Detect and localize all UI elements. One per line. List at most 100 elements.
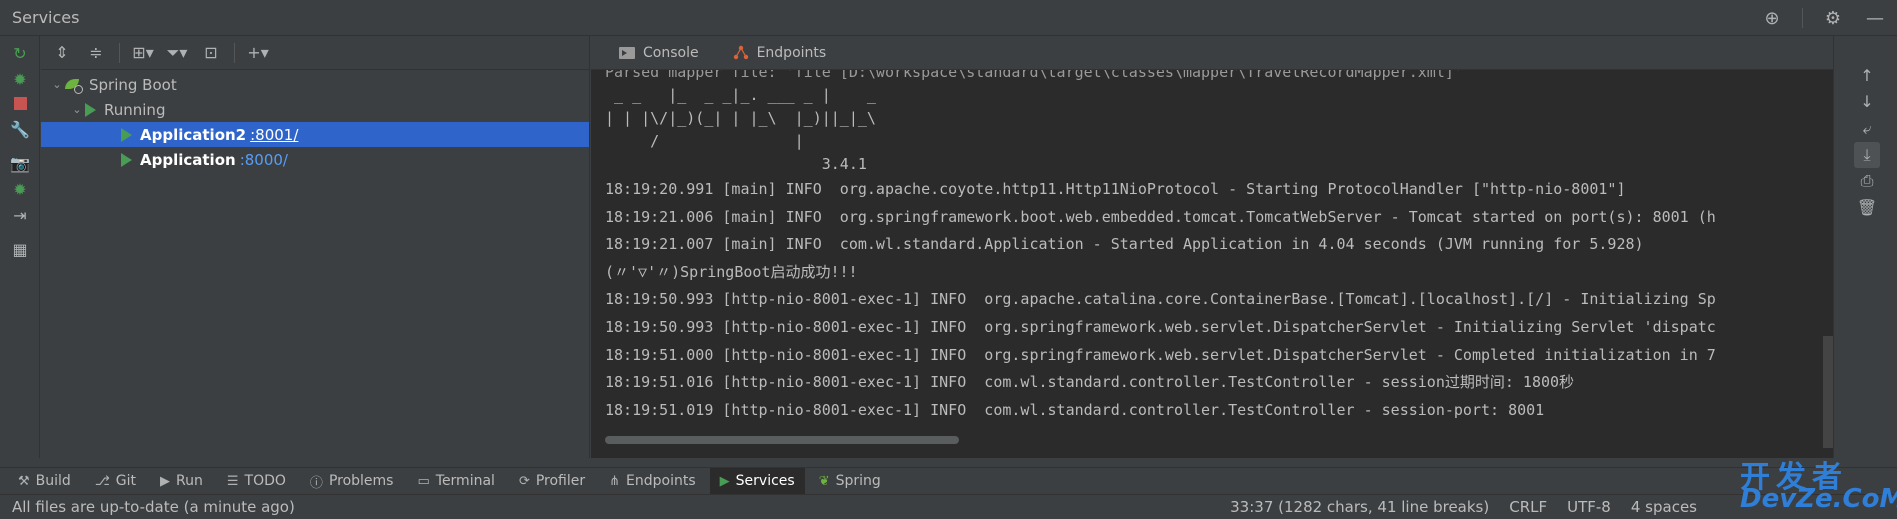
group-by-icon[interactable]: ⊞▾ bbox=[128, 40, 158, 66]
tree-node-application[interactable]: Application :8000/ bbox=[41, 147, 589, 172]
debug-icon[interactable]: ✹ bbox=[9, 68, 31, 90]
bottom-tab-endpoints[interactable]: ⋔ Endpoints bbox=[599, 468, 706, 495]
vertical-scrollbar[interactable] bbox=[1823, 336, 1833, 448]
bottom-tab-problems[interactable]: ⓘ Problems bbox=[300, 468, 404, 495]
list-icon: ☰ bbox=[226, 473, 239, 489]
tree-toolbar: ⇕ ≑ ⊞▾ ⏷▾ ⊡ +▾ bbox=[41, 36, 589, 70]
soft-wrap-icon[interactable]: ⤶ bbox=[1854, 116, 1880, 142]
arrow-down-icon[interactable]: ↓ bbox=[1854, 88, 1880, 114]
console-icon bbox=[619, 46, 635, 59]
wrench-icon[interactable]: 🔧 bbox=[9, 118, 31, 140]
bottom-tab-label: Git bbox=[115, 473, 137, 489]
console-line: 18:19:50.993 [http-nio-8001-exec-1] INFO… bbox=[605, 317, 1716, 336]
bottom-tab-label: Profiler bbox=[535, 473, 586, 489]
print-icon[interactable]: ⎙ bbox=[1854, 168, 1880, 194]
tool-window-title: Services bbox=[12, 8, 80, 27]
attach-debugger-icon[interactable]: ✹ bbox=[9, 178, 31, 200]
console-line: 18:19:21.006 [main] INFO org.springframe… bbox=[605, 207, 1716, 226]
scroll-to-end-icon[interactable]: ⤓ bbox=[1854, 142, 1880, 168]
exit-icon[interactable]: ⇥ bbox=[9, 204, 31, 226]
console-line: Parsed mapper file: 'file [D:\workspace\… bbox=[605, 70, 1463, 81]
bottom-tab-profiler[interactable]: ⟳ Profiler bbox=[509, 468, 595, 495]
run-status-icon bbox=[121, 152, 132, 167]
app-name: Application2 bbox=[140, 125, 247, 144]
caret-position[interactable]: 33:37 (1282 chars, 41 line breaks) bbox=[1230, 498, 1489, 516]
tab-label: Console bbox=[643, 44, 699, 61]
stop-icon[interactable] bbox=[9, 92, 31, 114]
run-status-icon bbox=[121, 127, 132, 142]
chevron-down-icon[interactable]: ⌄ bbox=[49, 78, 65, 91]
tree-node-application2[interactable]: Application2 :8001/ bbox=[41, 122, 589, 147]
spring-leaf-icon: ❦ bbox=[818, 473, 830, 489]
profiler-icon: ⟳ bbox=[518, 473, 530, 489]
watermark-en: DevZe.CoM bbox=[1740, 484, 1897, 514]
chevron-down-icon[interactable]: ⌄ bbox=[69, 103, 85, 116]
tree-node-spring-boot[interactable]: ⌄ Spring Boot bbox=[41, 72, 589, 97]
bottom-tab-label: Spring bbox=[835, 473, 881, 489]
file-encoding[interactable]: UTF-8 bbox=[1567, 498, 1611, 516]
tool-window-bar: ⚒ Build ⎇ Git ▶ Run ☰ TODO ⓘ Problems ▭ Termin… bbox=[0, 467, 1897, 495]
banner-line: | | |\/|_)(_| | |_\ |_)||_|_\ bbox=[605, 109, 885, 127]
tree-node-label: Spring Boot bbox=[89, 75, 177, 94]
indent-setting[interactable]: 4 spaces bbox=[1631, 498, 1697, 516]
tool-window-header: Services ⊕ ⚙ — bbox=[0, 0, 1897, 36]
filter-icon[interactable]: ⏷▾ bbox=[162, 40, 192, 66]
crosshair-icon[interactable]: ⊕ bbox=[1760, 6, 1784, 30]
console-tabs: Console Endpoints bbox=[591, 36, 1833, 70]
bottom-tab-terminal[interactable]: ▭ Terminal bbox=[407, 468, 504, 495]
console-line: (〃'▽'〃)SpringBoot启动成功!!! bbox=[605, 262, 858, 281]
console-line: 18:19:50.993 [http-nio-8001-exec-1] INFO… bbox=[605, 290, 1716, 309]
horizontal-scrollbar[interactable] bbox=[605, 436, 959, 444]
bottom-tab-label: TODO bbox=[244, 473, 286, 489]
bottom-tab-run[interactable]: ▶ Run bbox=[150, 468, 213, 495]
trash-icon[interactable]: 🗑 bbox=[1854, 194, 1880, 220]
endpoints-icon bbox=[733, 45, 748, 59]
tree-node-running[interactable]: ⌄ Running bbox=[41, 97, 589, 122]
services-left-toolbar: ↻ ✹ 🔧 📷 ✹ ⇥ ▦ bbox=[0, 36, 40, 458]
app-port-link[interactable]: :8001/ bbox=[250, 126, 298, 144]
info-icon: ⓘ bbox=[309, 475, 323, 491]
bottom-tab-services[interactable]: ▶ Services bbox=[709, 467, 805, 495]
line-separator[interactable]: CRLF bbox=[1509, 498, 1547, 516]
console-output[interactable]: Parsed mapper file: 'file [D:\workspace\… bbox=[591, 70, 1823, 448]
bottom-tab-label: Endpoints bbox=[626, 473, 696, 489]
status-message[interactable]: All files are up-to-date (a minute ago) bbox=[12, 498, 295, 516]
services-tree: ⌄ Spring Boot ⌄ Running Application2 :80… bbox=[41, 72, 589, 172]
services-tree-panel: ⇕ ≑ ⊞▾ ⏷▾ ⊡ +▾ ⌄ Spring Boot ⌄ Running A… bbox=[41, 36, 590, 458]
app-port-link[interactable]: :8000/ bbox=[240, 151, 288, 169]
bottom-tab-label: Problems bbox=[328, 473, 394, 489]
bottom-tab-spring[interactable]: ❦ Spring bbox=[809, 468, 891, 495]
header-actions: ⊕ ⚙ — bbox=[1760, 6, 1887, 30]
arrow-up-icon[interactable]: ↑ bbox=[1854, 62, 1880, 88]
app-name: Application bbox=[140, 150, 236, 169]
collapse-all-icon[interactable]: ≑ bbox=[81, 40, 111, 66]
console-line: 18:19:51.019 [http-nio-8001-exec-1] INFO… bbox=[605, 400, 1545, 419]
console-panel: Console Endpoints Parsed mapper file: 'f… bbox=[591, 36, 1833, 458]
gear-icon[interactable]: ⚙ bbox=[1821, 6, 1845, 30]
banner-line: / | bbox=[605, 132, 885, 150]
add-service-icon[interactable]: +▾ bbox=[243, 40, 273, 66]
toolbar-separator bbox=[234, 42, 235, 63]
bottom-tab-todo[interactable]: ☰ TODO bbox=[217, 468, 296, 495]
camera-icon[interactable]: 📷 bbox=[9, 152, 31, 174]
expand-all-icon[interactable]: ⇕ bbox=[47, 40, 77, 66]
bottom-tab-build[interactable]: ⚒ Build bbox=[8, 468, 81, 495]
console-line: 18:19:20.991 [main] INFO org.apache.coyo… bbox=[605, 180, 1626, 198]
console-line: 18:19:51.000 [http-nio-8001-exec-1] INFO… bbox=[605, 345, 1716, 364]
tab-endpoints[interactable]: Endpoints bbox=[721, 36, 839, 70]
spring-boot-icon bbox=[65, 76, 83, 94]
layout-icon[interactable]: ▦ bbox=[9, 238, 31, 260]
bottom-tab-git[interactable]: ⎇ Git bbox=[85, 468, 146, 495]
tab-console[interactable]: Console bbox=[607, 36, 711, 70]
minimize-icon[interactable]: — bbox=[1863, 6, 1887, 30]
banner-line: _ _ |_ _ _|_. ___ _ | _ bbox=[605, 86, 885, 104]
console-right-toolbar: ↑ ↓ ⤶ ⤓ ⎙ 🗑 bbox=[1833, 36, 1897, 458]
rerun-icon[interactable]: ↻ bbox=[9, 42, 31, 64]
play-icon: ▶ bbox=[160, 473, 171, 489]
bottom-tab-label: Build bbox=[35, 473, 71, 489]
terminal-icon: ▭ bbox=[417, 473, 430, 489]
new-tab-icon[interactable]: ⊡ bbox=[196, 40, 226, 66]
console-line: 18:19:51.016 [http-nio-8001-exec-1] INFO… bbox=[605, 373, 1575, 392]
bottom-tab-label: Terminal bbox=[435, 473, 495, 489]
tree-node-label: Running bbox=[104, 100, 166, 119]
